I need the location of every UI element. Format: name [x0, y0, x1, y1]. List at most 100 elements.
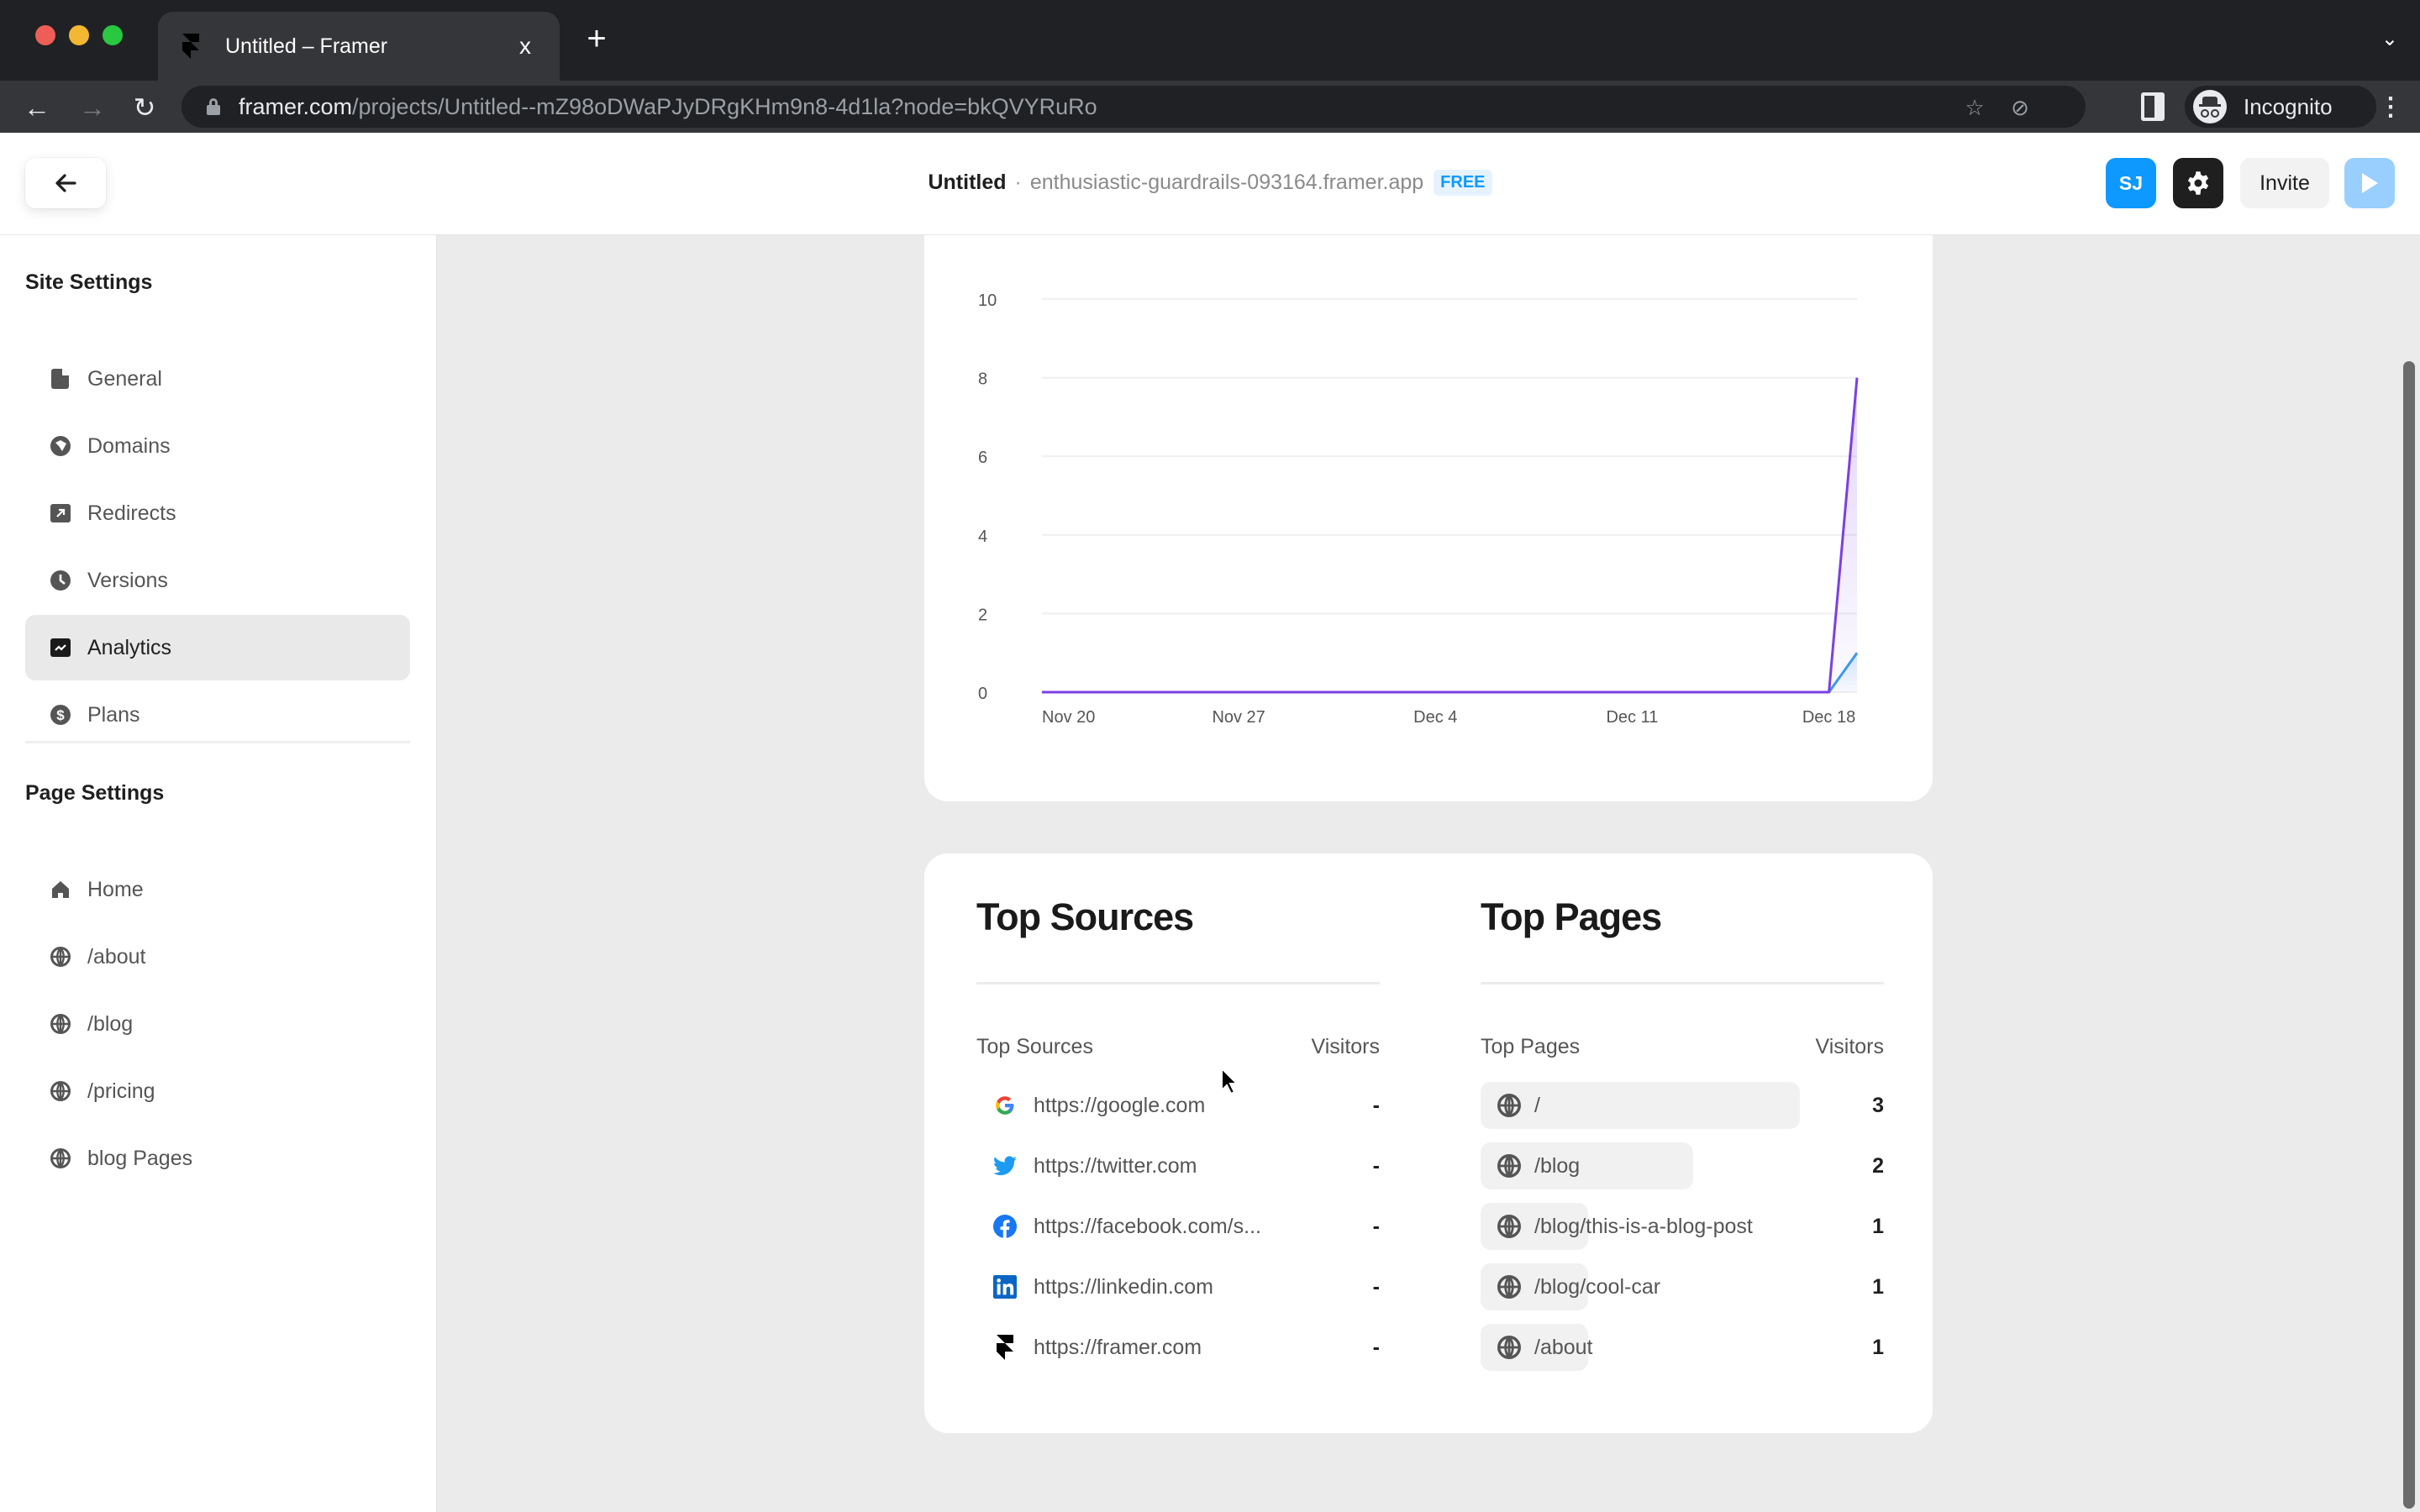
source-row[interactable]: https://facebook.com/s... -: [976, 1203, 1380, 1250]
twitter-icon: [993, 1154, 1017, 1178]
source-visitors: -: [1372, 1093, 1380, 1117]
sidebar-item-redirects[interactable]: Redirects: [25, 480, 410, 546]
page-row[interactable]: /blog/this-is-a-blog-post 1: [1481, 1203, 1884, 1250]
column-header-source: Top Sources: [976, 1035, 1093, 1058]
source-row[interactable]: https://google.com -: [976, 1082, 1380, 1129]
source-row[interactable]: https://framer.com -: [976, 1324, 1380, 1371]
play-icon: [2362, 173, 2378, 193]
svg-text:$: $: [56, 707, 65, 723]
page-row[interactable]: /about 1: [1481, 1324, 1884, 1371]
sidebar-item-label: Redirects: [87, 501, 176, 525]
site-domain[interactable]: enthusiastic-guardrails-093164.framer.ap…: [1030, 171, 1423, 194]
sidebar-item-general[interactable]: General: [25, 346, 410, 412]
browser-tab[interactable]: Untitled – Framer x: [158, 12, 560, 81]
framer-app: Untitled · enthusiastic-guardrails-093164.…: [0, 133, 2420, 1512]
lock-icon[interactable]: [207, 98, 220, 115]
app-header: Untitled · enthusiastic-guardrails-093164.…: [0, 133, 2420, 235]
globe-icon: [50, 1014, 71, 1034]
page-row[interactable]: /blog 2: [1481, 1142, 1884, 1189]
separator: ·: [1014, 171, 1022, 194]
browser-toolbar: ← → ↻ framer.com/projects/Untitled--mZ98…: [0, 81, 2420, 133]
source-visitors: -: [1372, 1153, 1380, 1178]
page-visitors: 1: [1872, 1274, 1884, 1299]
incognito-profile-button[interactable]: Incognito: [2185, 86, 2376, 128]
sidebar-item-blog[interactable]: /blog: [25, 991, 410, 1057]
top-lists-card: Top Sources Top Sources Visitors https:/…: [924, 853, 1933, 1433]
plan-badge: FREE: [1434, 170, 1492, 196]
source-url: https://twitter.com: [1034, 1153, 1197, 1178]
x-tick-label: Nov 27: [1212, 708, 1265, 727]
sidebar-item-versions[interactable]: Versions: [25, 548, 410, 613]
globe-icon: [1497, 1215, 1521, 1238]
sidebar-divider: [25, 741, 410, 743]
source-row[interactable]: https://linkedin.com -: [976, 1263, 1380, 1310]
url-path: /projects/Untitled--mZ98oDWaPJyDRgKHm9n8…: [352, 93, 1097, 119]
framer-favicon-icon: [182, 34, 199, 59]
linkedin-icon: [993, 1275, 1017, 1299]
bookmark-star-icon[interactable]: ☆: [1963, 96, 1986, 119]
top-sources-header: Top Sources Visitors: [976, 1035, 1380, 1059]
y-tick-label: 4: [978, 528, 987, 546]
divider: [1481, 982, 1884, 984]
window-minimize-button[interactable]: [69, 25, 89, 45]
settings-button[interactable]: [2173, 158, 2223, 208]
sidebar-item-analytics[interactable]: Analytics: [25, 615, 410, 680]
x-tick-label: Dec 4: [1413, 708, 1457, 727]
new-tab-button[interactable]: +: [580, 22, 613, 55]
source-visitors: -: [1372, 1335, 1380, 1359]
page-path: /blog/cool-car: [1534, 1274, 1661, 1299]
source-url: https://framer.com: [1034, 1335, 1202, 1359]
incognito-icon: [2193, 90, 2227, 123]
sidebar-item-plans[interactable]: $ Plans: [25, 682, 410, 748]
sidebar-item-label: Versions: [87, 568, 168, 592]
source-visitors: -: [1372, 1274, 1380, 1299]
file-icon: [50, 369, 71, 389]
x-tick-label: Dec 11: [1606, 708, 1658, 727]
settings-sidebar: Site Settings General Domains Redirects …: [0, 235, 437, 1512]
y-tick-label: 8: [978, 370, 987, 389]
series-line-visitors[interactable]: [1042, 652, 1859, 694]
page-row[interactable]: /3: [1481, 1082, 1884, 1129]
sidebar-item-label: Analytics: [87, 635, 172, 659]
x-tick-label: Dec 18: [1802, 708, 1855, 727]
sidebar-item-label: Domains: [87, 433, 171, 458]
sidebar-item-label: /pricing: [87, 1079, 155, 1103]
source-url: https://google.com: [1034, 1093, 1206, 1117]
page-scrollbar[interactable]: [2396, 235, 2420, 1512]
globe-icon: [50, 1148, 71, 1168]
incognito-label: Incognito: [2244, 93, 2333, 119]
scrollbar-thumb[interactable]: [2403, 361, 2415, 1509]
globe-icon: [1497, 1154, 1521, 1178]
sidebar-item-pricing[interactable]: /pricing: [25, 1058, 410, 1124]
user-avatar[interactable]: SJ: [2106, 158, 2156, 208]
sidebar-item-home[interactable]: Home: [25, 857, 410, 922]
page-path: /: [1534, 1093, 1540, 1117]
sidebar-item-label: blog Pages: [87, 1146, 193, 1170]
browser-reload-button[interactable]: ↻: [128, 91, 161, 124]
side-panel-icon[interactable]: [2141, 92, 2165, 121]
page-row[interactable]: /blog/cool-car 1: [1481, 1263, 1884, 1310]
invite-button[interactable]: Invite: [2240, 158, 2329, 208]
address-bar[interactable]: framer.com/projects/Untitled--mZ98oDWaPJ…: [182, 86, 2086, 128]
sidebar-item-domains[interactable]: Domains: [25, 413, 410, 479]
tab-search-chevron-icon[interactable]: ⌄: [2381, 27, 2398, 51]
tracking-protection-eye-off-icon[interactable]: ⊘: [2008, 96, 2032, 119]
page-path: /blog/this-is-a-blog-post: [1534, 1214, 1753, 1238]
preview-button[interactable]: [2344, 158, 2395, 208]
browser-back-button[interactable]: ←: [20, 91, 54, 124]
y-tick-label: 0: [978, 685, 987, 703]
analytics-chart-card: 0 2 4 6 8 10 Nov 20 Nov 27 Dec 4 Dec 11 Dec 18: [924, 235, 1933, 801]
home-icon: [50, 879, 71, 900]
browser-menu-icon[interactable]: ⋮: [2378, 91, 2403, 124]
tab-close-icon[interactable]: x: [513, 33, 538, 60]
window-zoom-button[interactable]: [103, 25, 123, 45]
redirect-icon: [50, 503, 71, 523]
source-row[interactable]: https://twitter.com -: [976, 1142, 1380, 1189]
window-close-button[interactable]: [35, 25, 55, 45]
sidebar-item-about[interactable]: /about: [25, 924, 410, 990]
sidebar-item-blog-pages[interactable]: blog Pages: [25, 1126, 410, 1191]
globe-icon: [1497, 1094, 1521, 1117]
mouse-cursor-icon: [1221, 1067, 1239, 1095]
source-visitors: -: [1372, 1214, 1380, 1238]
browser-forward-button[interactable]: →: [76, 91, 109, 124]
